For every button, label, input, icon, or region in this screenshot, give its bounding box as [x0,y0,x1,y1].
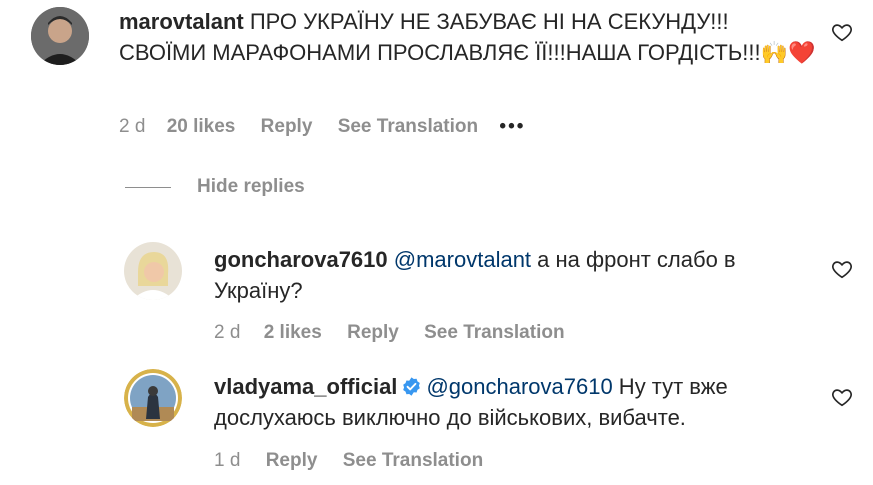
comment-text: goncharova7610 @marovtalant а на фронт с… [214,244,814,306]
avatar-image [124,369,182,427]
comment-text: marovtalant ПРО УКРАЇНУ НЕ ЗАБУВАЄ НІ НА… [119,6,819,68]
comment-time: 2 d [119,116,146,137]
avatar[interactable] [31,7,89,65]
comment-text: vladyama_official @goncharova7610 Ну тут … [214,371,814,433]
comment-meta: 2 d 20 likes Reply See Translation ••• [119,116,525,138]
verified-badge-icon [403,377,421,396]
comment-username[interactable]: vladyama_official [214,374,397,399]
avatar-image [124,242,182,300]
comment-time: 1 d [214,450,241,471]
heart-icon[interactable] [831,21,853,43]
likes-count[interactable]: 20 likes [167,116,236,138]
avatar-image [31,7,89,65]
see-translation-button[interactable]: See Translation [424,322,564,344]
reply-button[interactable]: Reply [261,116,313,138]
heart-icon[interactable] [831,258,853,280]
likes-count[interactable]: 2 likes [264,322,322,344]
avatar[interactable] [124,369,182,427]
comment-username[interactable]: marovtalant [119,9,244,34]
mention-link[interactable]: @marovtalant [394,247,531,272]
hide-replies-button[interactable]: Hide replies [125,176,305,198]
heart-icon[interactable] [831,386,853,408]
reply-button[interactable]: Reply [266,450,318,472]
avatar[interactable] [124,242,182,300]
hide-replies-label: Hide replies [197,176,305,197]
divider [125,186,171,188]
mention-link[interactable]: @goncharova7610 [426,374,612,399]
more-options-icon[interactable]: ••• [499,116,525,138]
reply-button[interactable]: Reply [347,322,399,344]
see-translation-button[interactable]: See Translation [338,116,478,138]
comment-time: 2 d [214,322,241,343]
comment-meta: 1 d Reply See Translation [214,450,483,472]
see-translation-button[interactable]: See Translation [343,450,483,472]
comment-username[interactable]: goncharova7610 [214,247,388,272]
comment-meta: 2 d 2 likes Reply See Translation [214,322,565,344]
